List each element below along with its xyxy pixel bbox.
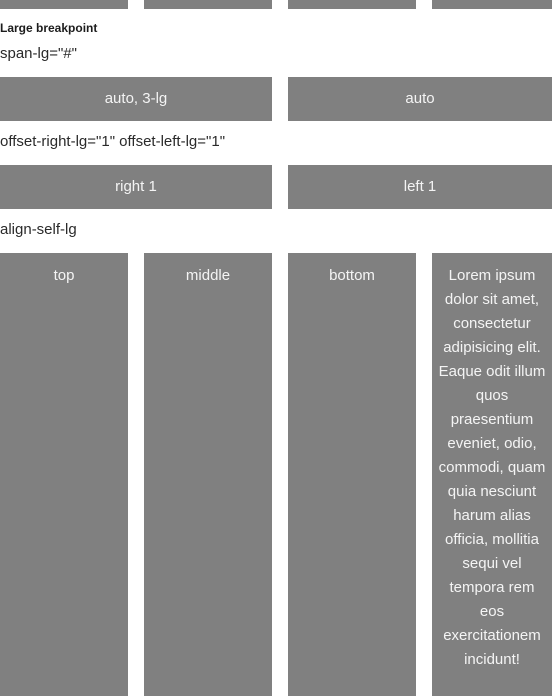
span-row-label: span-lg="#" [0,45,77,62]
section-heading: Large breakpoint [0,21,98,35]
grid-cell-bottom: bottom [288,253,416,696]
grid-demo-page: Large breakpoint span-lg="#" auto, 3-lg … [0,0,552,696]
grid-cell-top: top [0,253,128,696]
grid-cell-left-1: left 1 [288,165,552,209]
grid-cell [0,0,128,9]
align-row-label: align-self-lg [0,221,77,238]
grid-cell-auto: auto [288,77,552,121]
grid-cell [288,0,416,9]
grid-cell-right-1: right 1 [0,165,272,209]
grid-cell-middle: middle [144,253,272,696]
grid-cell-lorem-text: Lorem ipsum dolor sit amet, consectetur … [432,253,552,696]
offset-row-label: offset-right-lg="1" offset-left-lg="1" [0,133,226,150]
grid-cell [144,0,272,9]
grid-cell [432,0,552,9]
grid-cell-auto-3-lg: auto, 3-lg [0,77,272,121]
